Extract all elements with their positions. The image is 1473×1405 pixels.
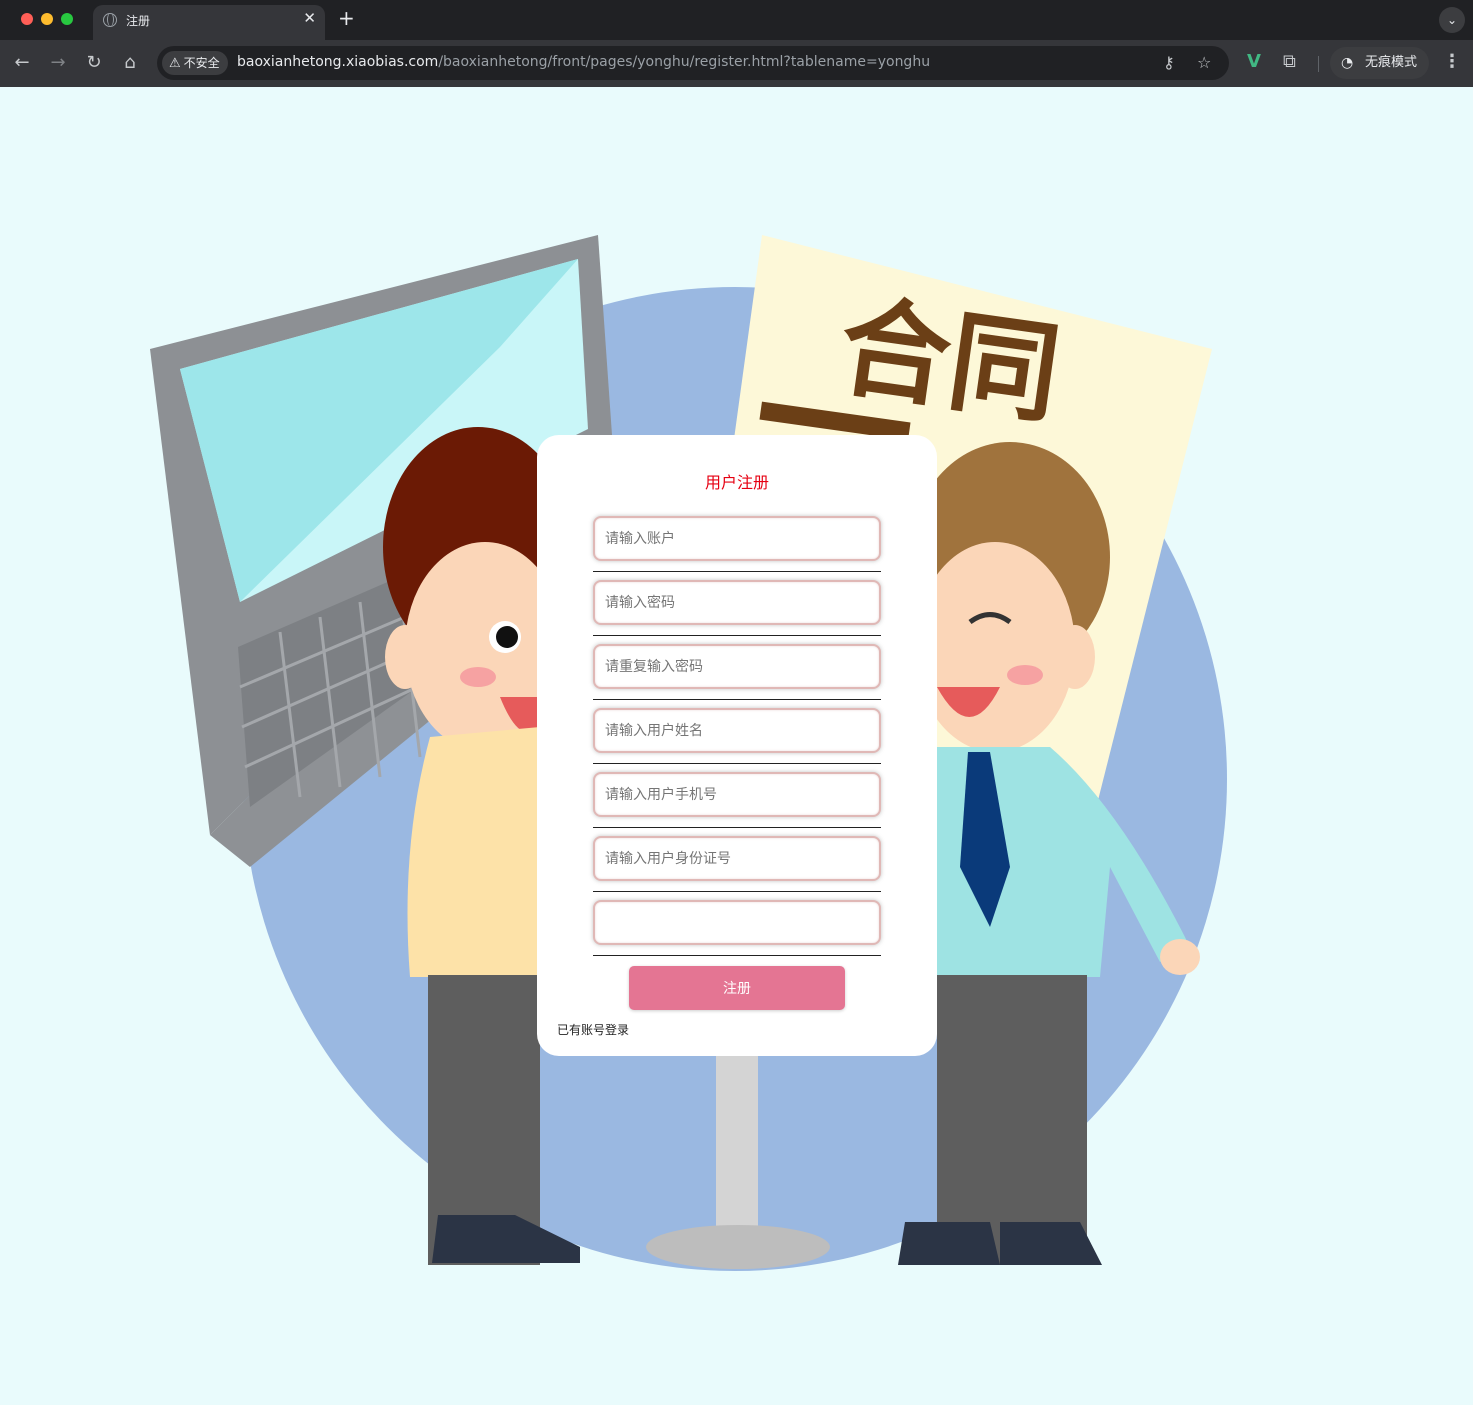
new-tab-button[interactable]: + <box>338 6 355 30</box>
url-text[interactable]: baoxianhetong.xiaobias.com/baoxianhetong… <box>237 54 930 70</box>
stand-base <box>646 1225 830 1269</box>
browser-titlebar: 注册 ✕ + ⌄ <box>0 0 1473 40</box>
reload-button[interactable]: ↻ <box>82 51 106 75</box>
vue-devtools-icon[interactable]: V <box>1247 51 1261 72</box>
stand-pole <box>716 1052 758 1252</box>
repeat-password-field-row <box>593 644 881 700</box>
register-card: 用户注册 注册 已有账号登录 <box>537 435 937 1056</box>
address-bar[interactable]: ⚠ 不安全 baoxianhetong.xiaobias.com/baoxianh… <box>157 46 1229 80</box>
page-background: 合同 用户注册 请输入账户 请输入用户姓名 请输入用户手机号 请输入用户身份证号… <box>0 87 1473 1405</box>
security-indicator[interactable]: ⚠ 不安全 <box>162 51 228 75</box>
name-field-row <box>593 708 881 764</box>
tab-close-icon[interactable]: ✕ <box>303 9 316 27</box>
tab-title: 注册 <box>126 14 151 28</box>
home-button[interactable]: ⌂ <box>118 51 142 75</box>
security-label: 不安全 <box>183 56 220 70</box>
phone-field-row <box>593 772 881 828</box>
incognito-icon: ◔ <box>1341 55 1354 71</box>
url-path: /baoxianhetong/front/pages/yonghu/regist… <box>438 54 931 70</box>
back-button[interactable]: ← <box>10 51 34 75</box>
account-field-row <box>593 516 881 572</box>
id-card-input[interactable] <box>593 836 881 881</box>
password-field-row <box>593 580 881 636</box>
account-input[interactable] <box>593 516 881 561</box>
maximize-window-button[interactable] <box>61 13 73 25</box>
incognito-label: 无痕模式 <box>1365 55 1418 70</box>
extra-input[interactable] <box>593 900 881 945</box>
browser-toolbar: ← → ↻ ⌂ ⚠ 不安全 baoxianhetong.xiaobias.com/… <box>0 40 1473 87</box>
browser-tab[interactable]: 注册 ✕ <box>93 5 325 40</box>
close-window-button[interactable] <box>21 13 33 25</box>
minimize-window-button[interactable] <box>41 13 53 25</box>
menu-icon[interactable]: ⋮ <box>1443 51 1461 72</box>
extensions-icon[interactable]: ⧉ <box>1283 51 1296 72</box>
phone-input[interactable] <box>593 772 881 817</box>
warning-triangle-icon: ⚠ <box>169 56 181 71</box>
id-card-field-row <box>593 836 881 892</box>
url-host: baoxianhetong.xiaobias.com <box>237 54 439 70</box>
incognito-indicator[interactable]: ◔ 无痕模式 <box>1330 47 1429 79</box>
password-input[interactable] <box>593 580 881 625</box>
key-icon[interactable]: ⚷ <box>1163 53 1175 72</box>
register-title: 用户注册 <box>704 473 769 492</box>
forward-button[interactable]: → <box>46 51 70 75</box>
extra-field-row <box>593 900 881 956</box>
tab-search-button[interactable]: ⌄ <box>1439 7 1465 33</box>
star-icon[interactable]: ☆ <box>1197 53 1211 72</box>
login-link[interactable]: 已有账号登录 <box>557 1021 629 1038</box>
name-input[interactable] <box>593 708 881 753</box>
repeat-password-input[interactable] <box>593 644 881 689</box>
register-button[interactable]: 注册 <box>629 966 845 1010</box>
globe-icon <box>103 13 117 27</box>
toolbar-divider <box>1318 56 1319 72</box>
